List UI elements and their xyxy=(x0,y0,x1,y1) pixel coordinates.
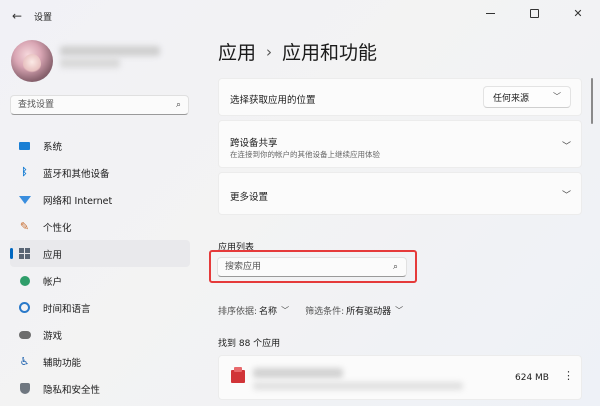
chevron-right-icon: › xyxy=(266,42,273,61)
settings-search-input[interactable] xyxy=(11,96,171,114)
share-subtitle: 在连接到你的帐户的其他设备上继续应用体验 xyxy=(230,150,380,159)
list-item[interactable]: 624 MB ⋮ xyxy=(218,355,582,400)
page-title: 应用和功能 xyxy=(282,42,378,64)
sidebar-item-bluetooth[interactable]: ᛒ 蓝牙和其他设备 xyxy=(10,159,190,186)
sidebar-item-label: 帐户 xyxy=(43,276,63,288)
more-options-icon[interactable]: ⋮ xyxy=(563,369,574,382)
accessibility-icon: ♿ xyxy=(19,355,30,368)
sort-dropdown[interactable]: 名称 xyxy=(259,304,277,317)
app-icon xyxy=(231,367,245,383)
minimize-icon xyxy=(485,12,495,14)
filter-bar: 排序依据: 名称 ﹀ 筛选条件: 所有驱动器 ﹀ xyxy=(218,304,403,317)
sidebar-item-label: 游戏 xyxy=(43,330,63,342)
maximize-icon xyxy=(529,8,539,18)
chevron-down-icon[interactable]: ﹀ xyxy=(281,305,289,316)
chevron-down-icon: ﹀ xyxy=(553,92,561,101)
sidebar-item-accounts[interactable]: 帐户 xyxy=(10,267,190,294)
network-icon xyxy=(18,193,31,206)
sidebar-item-accessibility[interactable]: ♿ 辅助功能 xyxy=(10,348,190,375)
sidebar-item-personalization[interactable]: ✎ 个性化 xyxy=(10,213,190,240)
search-icon[interactable]: ⌕ xyxy=(176,100,181,110)
maximize-button[interactable] xyxy=(512,0,556,26)
app-size: 624 MB xyxy=(515,373,549,383)
install-source-dropdown[interactable]: 任何来源 ﹀ xyxy=(483,86,571,108)
chevron-down-icon[interactable]: ﹀ xyxy=(395,305,403,316)
chevron-down-icon: ﹀ xyxy=(561,142,571,152)
app-title: 设置 xyxy=(34,13,53,23)
sidebar-item-privacy[interactable]: 隐私和安全性 xyxy=(10,375,190,402)
scrollbar[interactable] xyxy=(591,78,593,124)
time-language-icon xyxy=(18,301,31,314)
found-count: 找到 88 个应用 xyxy=(218,339,281,349)
sidebar-item-label: 个性化 xyxy=(43,222,72,234)
sidebar-item-apps[interactable]: 应用 xyxy=(10,240,190,267)
privacy-icon xyxy=(18,382,31,395)
sidebar-item-label: 蓝牙和其他设备 xyxy=(43,168,110,180)
breadcrumb: 应用 › 应用和功能 xyxy=(218,38,377,65)
gaming-icon xyxy=(18,328,31,341)
sidebar-item-network[interactable]: 网络和 Internet xyxy=(10,186,190,213)
minimize-button[interactable] xyxy=(468,0,512,26)
user-email-redacted xyxy=(60,58,120,68)
chevron-down-icon: ﹀ xyxy=(561,191,571,201)
back-arrow-icon[interactable]: ← xyxy=(8,8,26,24)
title-bar: ← 设置 ✕ xyxy=(0,0,600,32)
sort-label: 排序依据: xyxy=(218,307,258,317)
sidebar-item-label: 隐私和安全性 xyxy=(43,384,101,396)
sidebar-item-system[interactable]: 系统 xyxy=(10,132,190,159)
breadcrumb-parent[interactable]: 应用 xyxy=(218,38,256,65)
more-settings-title: 更多设置 xyxy=(230,192,269,203)
app-details-redacted xyxy=(253,382,463,390)
sidebar-item-label: 网络和 Internet xyxy=(43,195,113,207)
more-settings-card[interactable]: 更多设置 ﹀ xyxy=(218,172,582,215)
sidebar-nav: 系统 ᛒ 蓝牙和其他设备 网络和 Internet ✎ 个性化 应用 帐户 时间… xyxy=(10,132,190,402)
close-icon: ✕ xyxy=(573,6,583,20)
sidebar-item-gaming[interactable]: 游戏 xyxy=(10,321,190,348)
filter-dropdown[interactable]: 所有驱动器 xyxy=(346,304,391,317)
install-source-value: 任何来源 xyxy=(493,93,530,104)
share-title: 跨设备共享 xyxy=(230,138,278,149)
user-name-redacted xyxy=(60,46,160,56)
sidebar-item-label: 应用 xyxy=(43,249,63,261)
personalization-icon: ✎ xyxy=(19,220,30,233)
account-icon xyxy=(18,274,31,287)
settings-search[interactable]: ⌕ xyxy=(10,95,189,115)
bluetooth-icon: ᛒ xyxy=(21,167,28,178)
sidebar-item-label: 时间和语言 xyxy=(43,303,91,315)
close-button[interactable]: ✕ xyxy=(556,0,600,26)
install-source-title: 选择获取应用的位置 xyxy=(230,95,316,106)
sidebar-item-label: 辅助功能 xyxy=(43,357,82,369)
app-name-redacted xyxy=(253,368,343,378)
system-icon xyxy=(18,139,31,152)
apps-icon xyxy=(18,247,31,260)
filter-label: 筛选条件: xyxy=(305,307,345,317)
sidebar-item-time-language[interactable]: 时间和语言 xyxy=(10,294,190,321)
avatar[interactable] xyxy=(11,40,53,82)
sidebar-item-label: 系统 xyxy=(43,141,63,153)
share-card[interactable]: 跨设备共享 在连接到你的帐户的其他设备上继续应用体验 ﹀ xyxy=(218,120,582,168)
highlight-box xyxy=(209,250,417,283)
